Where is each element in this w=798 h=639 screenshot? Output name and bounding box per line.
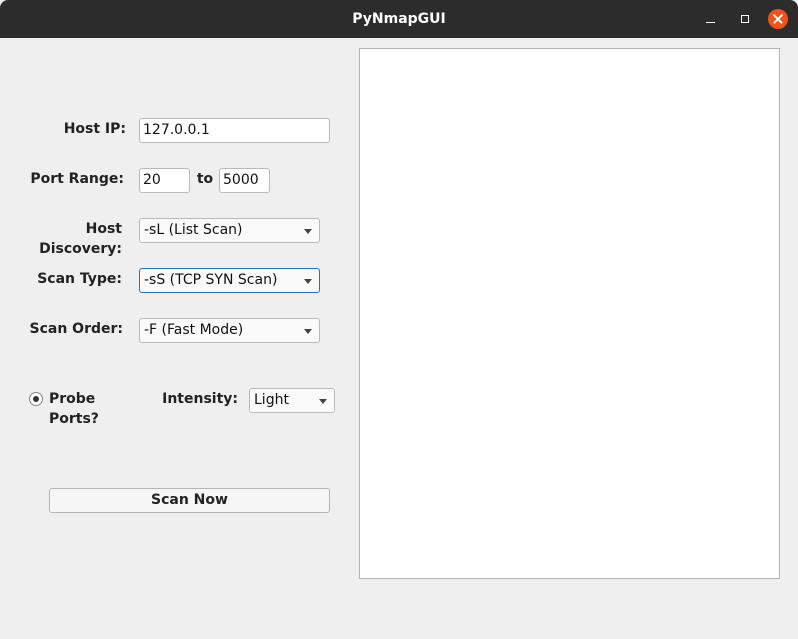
intensity-label: Intensity: bbox=[162, 391, 238, 407]
port-range-label: Port Range: bbox=[30, 171, 124, 187]
host-discovery-select[interactable]: -sL (List Scan) bbox=[139, 218, 320, 243]
port-to-input[interactable]: 5000 bbox=[219, 168, 270, 193]
host-ip-label: Host IP: bbox=[63, 121, 126, 137]
scan-order-label: Scan Order: bbox=[29, 321, 124, 337]
scan-now-button[interactable]: Scan Now bbox=[49, 488, 330, 513]
host-discovery-label: Host Discovery: bbox=[39, 221, 122, 257]
dropdown-caret-icon bbox=[304, 229, 312, 234]
intensity-value: Light bbox=[254, 392, 289, 408]
port-from-input[interactable]: 20 bbox=[139, 168, 190, 193]
host-discovery-value: -sL (List Scan) bbox=[144, 222, 243, 238]
dropdown-caret-icon bbox=[304, 279, 312, 284]
app-window: PyNmapGUI Host IP: 127.0.0.1 Port Range:… bbox=[0, 0, 798, 639]
minimize-icon[interactable] bbox=[701, 9, 721, 29]
maximize-icon[interactable] bbox=[735, 9, 755, 29]
host-ip-input[interactable]: 127.0.0.1 bbox=[139, 118, 330, 143]
scan-order-select[interactable]: -F (Fast Mode) bbox=[139, 318, 320, 343]
window-title: PyNmapGUI bbox=[352, 11, 446, 27]
scan-type-label: Scan Type: bbox=[37, 271, 122, 287]
port-to-label: to bbox=[196, 171, 214, 187]
dropdown-caret-icon bbox=[304, 329, 312, 334]
probe-ports-label[interactable]: Probe Ports? bbox=[49, 389, 145, 427]
close-icon[interactable] bbox=[768, 9, 788, 29]
probe-ports-radio[interactable] bbox=[29, 392, 43, 406]
scan-output-panel[interactable] bbox=[359, 48, 780, 579]
scan-type-value: -sS (TCP SYN Scan) bbox=[144, 272, 278, 288]
dropdown-caret-icon bbox=[319, 399, 327, 404]
radio-dot-icon bbox=[33, 396, 39, 402]
scan-order-value: -F (Fast Mode) bbox=[144, 322, 244, 338]
title-bar[interactable]: PyNmapGUI bbox=[0, 0, 798, 38]
intensity-select[interactable]: Light bbox=[249, 388, 335, 413]
scan-type-select[interactable]: -sS (TCP SYN Scan) bbox=[139, 268, 320, 293]
